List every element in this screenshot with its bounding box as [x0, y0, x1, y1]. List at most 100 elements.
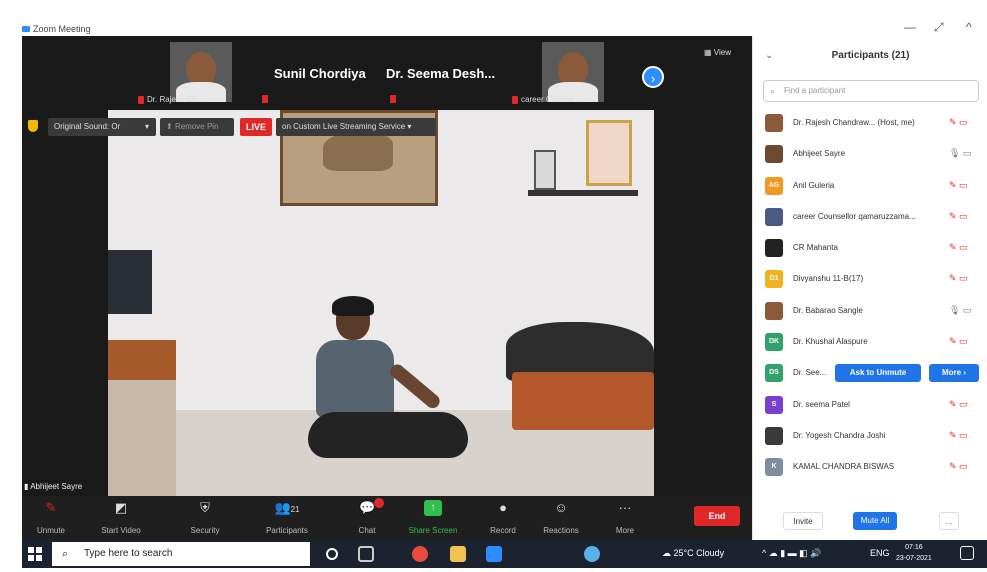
- participants-footer: Invite Mute All ...: [753, 506, 987, 540]
- file-explorer-icon[interactable]: [450, 546, 466, 562]
- help-icon[interactable]: [584, 546, 600, 562]
- participant-row[interactable]: CR Mahanta ✎ ▭: [753, 233, 987, 264]
- thumbnail-career-counsellor[interactable]: [542, 42, 604, 102]
- participant-search-input[interactable]: ⌕ Find a participant: [763, 80, 979, 102]
- participant-more-button[interactable]: More ›: [929, 364, 979, 383]
- participant-row[interactable]: AG Anil Guleria ✎ ▭: [753, 171, 987, 202]
- task-view-icon[interactable]: [358, 546, 374, 562]
- live-badge[interactable]: LIVE: [240, 118, 273, 136]
- original-sound-button[interactable]: Original Sound: Or: [48, 118, 156, 136]
- meeting-toolbar: ✎ Unmute ◩ Start Video ⛨ Security 👥21 Partic…: [22, 496, 752, 540]
- next-page-button[interactable]: ›: [642, 66, 664, 88]
- minimize-button[interactable]: —: [904, 20, 916, 34]
- mic-muted-icon: ✎ ▭: [949, 242, 968, 253]
- maximize-button[interactable]: ⤢: [934, 20, 944, 35]
- windows-taskbar: ⌕ Type here to search ☁ 25°C Cloudy ^ ☁ ▮…: [22, 540, 987, 568]
- cortana-icon[interactable]: [326, 548, 338, 560]
- toolbar-label: Chat: [358, 526, 376, 535]
- chrome-icon[interactable]: [412, 546, 428, 562]
- mute-all-button[interactable]: Mute All: [853, 512, 897, 530]
- participants-icon: 👥21: [274, 500, 300, 515]
- security-button[interactable]: ⛨ Security: [170, 500, 240, 535]
- chat-notification-badge: [374, 498, 384, 508]
- thumbnail-rajesh[interactable]: [170, 42, 232, 102]
- view-button[interactable]: ▦ View: [704, 48, 731, 57]
- participant-row[interactable]: S Dr. seema Patel ✎ ▭: [753, 390, 987, 421]
- participant-row[interactable]: DK Dr. Khushal Alaspure ✎ ▭: [753, 327, 987, 358]
- mic-icon: 🎙 ▭: [949, 148, 972, 159]
- system-tray-icons[interactable]: ^ ☁ ▮ ▬ ◧ 🔊: [762, 548, 821, 559]
- panel-more-button[interactable]: ...: [939, 512, 959, 530]
- toolbar-label: Start Video: [101, 526, 141, 535]
- name-tile-seema[interactable]: Dr. Seema Desh...: [386, 66, 495, 81]
- participant-row[interactable]: DS Dr. See... Ask to Unmute More ›: [753, 358, 987, 389]
- notifications-icon[interactable]: [960, 546, 974, 560]
- avatar: [765, 114, 783, 132]
- video-off-icon: ◩: [114, 500, 128, 515]
- participant-row[interactable]: D1 Divyanshu 11-B(17) ✎ ▭: [753, 264, 987, 295]
- more-button[interactable]: ··· More: [590, 500, 660, 535]
- record-icon: ●: [499, 500, 507, 515]
- participant-face: [558, 52, 588, 86]
- mic-muted-icon: ✎ ▭: [949, 398, 968, 409]
- avatar: K: [765, 458, 783, 477]
- mic-muted-icon: ✎ ▭: [949, 273, 968, 284]
- sofa-base: [512, 372, 654, 430]
- share-screen-icon: ↑: [424, 500, 442, 516]
- corner-shelf: [528, 190, 638, 196]
- original-sound-dropdown[interactable]: ▾: [142, 118, 154, 136]
- taskbar-search-input[interactable]: ⌕ Type here to search: [52, 542, 310, 566]
- ask-to-unmute-button[interactable]: Ask to Unmute: [835, 364, 921, 383]
- info-row: Original Sound: Or ▾ ⬆ Remove Pin LIVE o…: [22, 116, 752, 138]
- participant-name: Dr. Rajesh Chandraw... (Host, me): [793, 118, 915, 127]
- remove-pin-button[interactable]: ⬆ Remove Pin: [160, 118, 234, 136]
- weather-widget[interactable]: ☁ 25°C Cloudy: [662, 548, 724, 559]
- unmute-button[interactable]: ✎ Unmute: [16, 500, 86, 535]
- participant-row[interactable]: career Counsellor qamaruzzama... ✎ ▭: [753, 202, 987, 233]
- participants-button[interactable]: 👥21 Participants: [252, 500, 322, 535]
- participant-row[interactable]: Dr. Yogesh Chandra Joshi ✎ ▭: [753, 421, 987, 452]
- mic-muted-icon: [138, 95, 144, 104]
- avatar: DS: [765, 364, 783, 383]
- toolbar-label: Participants: [266, 526, 308, 535]
- clock-time: 07:16: [905, 544, 923, 551]
- thumbnail-name: Dr. Rajesh Ch...: [147, 95, 204, 104]
- invite-button[interactable]: Invite: [783, 512, 823, 530]
- participant-name: Dr. Yogesh Chandra Joshi: [793, 430, 886, 440]
- avatar: S: [765, 395, 783, 414]
- language-indicator[interactable]: ENG: [870, 548, 890, 558]
- mic-muted-icon: [390, 95, 396, 103]
- participant-name: Abhijeet Sayre: [793, 149, 846, 159]
- toolbar-label: Share Screen: [408, 526, 458, 535]
- person-arm: [387, 361, 443, 411]
- taskbar-search-placeholder: Type here to search: [84, 548, 173, 559]
- person-hair: [332, 296, 374, 316]
- painting-horse: [323, 133, 393, 171]
- participant-name: CR Mahanta: [793, 243, 838, 253]
- participant-row[interactable]: Dr. Rajesh Chandraw... (Host, me) ✎ ▭: [753, 108, 987, 139]
- chat-button[interactable]: 💬 Chat: [332, 498, 402, 535]
- close-button[interactable]: ^: [966, 20, 972, 34]
- end-meeting-button[interactable]: End: [694, 506, 740, 526]
- thumbnail-label: career Counse...: [512, 95, 580, 104]
- participant-row[interactable]: K KAMAL CHANDRA BISWAS ✎ ▭: [753, 452, 987, 483]
- reactions-button[interactable]: ☺ Reactions: [526, 500, 596, 535]
- taskbar-clock[interactable]: 07:16 23-07-2021: [896, 542, 932, 564]
- share-screen-button[interactable]: ↑ Share Screen: [398, 500, 468, 535]
- avatar: [765, 239, 783, 258]
- avatar: AG: [765, 176, 783, 195]
- name-tile-sunil[interactable]: Sunil Chordiya: [274, 66, 366, 81]
- streaming-label: on Custom Live Streaming Service: [282, 122, 406, 131]
- windows-start-icon[interactable]: [28, 547, 42, 561]
- weather-text: 25°C Cloudy: [673, 548, 725, 558]
- participant-name: career Counsellor qamaruzzama...: [793, 211, 916, 221]
- self-view-label: ▮ Abhijeet Sayre: [24, 482, 82, 491]
- participant-row[interactable]: Dr. Babarao Sangle 🎙 ▭: [753, 296, 987, 327]
- chevron-right-icon: ›: [650, 71, 656, 86]
- zoom-taskbar-icon[interactable]: [486, 546, 502, 562]
- participant-row[interactable]: Abhijeet Sayre 🎙 ▭: [753, 139, 987, 170]
- chevron-down-icon: ▾: [145, 122, 150, 131]
- main-video: [108, 110, 654, 498]
- start-video-button[interactable]: ◩ Start Video: [86, 500, 156, 535]
- live-streaming-menu[interactable]: on Custom Live Streaming Service ▾: [276, 118, 436, 136]
